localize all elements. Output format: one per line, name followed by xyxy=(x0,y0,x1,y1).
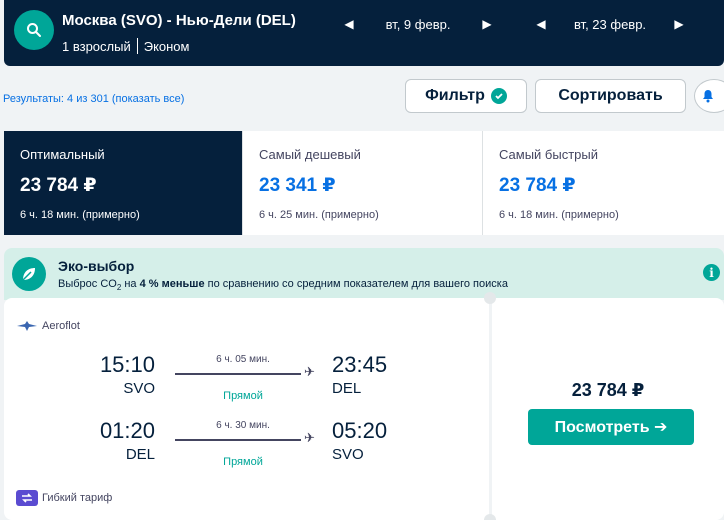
eco-banner: Эко-выбор Выброс CO2 на 4 % меньше по ср… xyxy=(4,248,724,300)
arrival-airport: DEL xyxy=(332,380,362,397)
flexible-fare-icon xyxy=(16,490,38,506)
arrival-airport: SVO xyxy=(332,446,364,463)
tab-duration: 6 ч. 18 мин. (примерно) xyxy=(20,209,140,221)
tab-price: 23 784 ₽ xyxy=(499,175,576,196)
tab-duration: 6 ч. 25 мин. (примерно) xyxy=(259,209,379,221)
plane-icon: ✈ xyxy=(304,430,315,445)
flexible-fare: Гибкий тариф xyxy=(16,490,112,506)
return-date[interactable]: вт, 23 февр. xyxy=(548,17,672,32)
filter-button[interactable]: Фильтр xyxy=(405,79,527,113)
view-deal-button[interactable]: Посмотреть ➔ xyxy=(528,409,694,445)
return-date-nav: ◀ вт, 23 февр. ▶ xyxy=(534,14,686,34)
flight-duration: 6 ч. 05 мин. xyxy=(216,354,270,365)
flight-line xyxy=(175,373,301,375)
flight-line xyxy=(175,439,301,441)
sort-label: Сортировать xyxy=(558,87,663,104)
departure-airport: DEL xyxy=(125,446,155,463)
airline-logo: Aeroflot xyxy=(16,320,80,332)
route-title[interactable]: Москва (SVO) - Нью-Дели (DEL) xyxy=(62,12,296,29)
airline-name: Aeroflot xyxy=(42,320,80,332)
ticket-notch-top xyxy=(484,292,496,304)
tab-title: Оптимальный xyxy=(20,147,105,162)
return-leg: 01:20 DEL 6 ч. 30 мин. ✈ Прямой 05:20 SV… xyxy=(90,418,400,468)
flexible-fare-label: Гибкий тариф xyxy=(42,492,113,504)
return-next-date-button[interactable]: ▶ xyxy=(672,14,686,34)
sort-tabs: Оптимальный 23 784 ₽ 6 ч. 18 мин. (приме… xyxy=(4,131,724,235)
aeroflot-wing-icon xyxy=(17,321,37,331)
ticket-price: 23 784 ₽ xyxy=(571,380,645,400)
departure-airport: SVO xyxy=(123,380,155,397)
search-button[interactable] xyxy=(14,10,54,50)
tab-title: Самый дешевый xyxy=(259,147,361,162)
passengers-count: 1 взрослый xyxy=(62,38,131,54)
arrival-time: 05:20 xyxy=(332,418,388,443)
sort-button[interactable]: Сортировать xyxy=(535,79,686,113)
check-icon xyxy=(490,88,507,104)
outbound-next-date-button[interactable]: ▶ xyxy=(480,14,494,34)
outbound-date[interactable]: вт, 9 февр. xyxy=(356,17,480,32)
tab-cheapest[interactable]: Самый дешевый 23 341 ₽ 6 ч. 25 мин. (при… xyxy=(243,131,483,235)
tab-duration: 6 ч. 18 мин. (примерно) xyxy=(499,209,619,221)
outbound-leg: 15:10 SVO 6 ч. 05 мин. ✈ Прямой 23:45 DE… xyxy=(90,352,400,402)
eco-description: Выброс CO2 на 4 % меньше по сравнению со… xyxy=(58,278,508,293)
eco-title: Эко-выбор xyxy=(58,258,135,274)
plane-icon: ✈ xyxy=(304,364,315,379)
tab-title: Самый быстрый xyxy=(499,147,598,162)
stops-label: Прямой xyxy=(223,390,263,402)
cabin-class: Эконом xyxy=(143,38,190,54)
info-icon[interactable]: i xyxy=(703,264,720,281)
ticket-notch-bottom xyxy=(484,514,496,520)
arrival-time: 23:45 xyxy=(332,352,388,377)
departure-time: 15:10 xyxy=(99,352,155,377)
tab-fastest[interactable]: Самый быстрый 23 784 ₽ 6 ч. 18 мин. (при… xyxy=(483,131,723,235)
search-icon xyxy=(27,23,41,37)
stops-label: Прямой xyxy=(223,456,263,468)
search-header: Москва (SVO) - Нью-Дели (DEL) 1 взрослый… xyxy=(4,0,724,66)
departure-time: 01:20 xyxy=(99,418,155,443)
bell-icon xyxy=(703,90,713,103)
leaf-icon xyxy=(12,257,46,291)
tab-price: 23 784 ₽ xyxy=(20,175,97,196)
return-prev-date-button[interactable]: ◀ xyxy=(534,14,548,34)
divider xyxy=(136,38,138,54)
outbound-date-nav: ◀ вт, 9 февр. ▶ xyxy=(342,14,494,34)
tab-best[interactable]: Оптимальный 23 784 ₽ 6 ч. 18 мин. (приме… xyxy=(4,131,243,235)
price-alert-button[interactable] xyxy=(694,79,724,113)
results-summary-link[interactable]: Результаты: 4 из 301 (показать все) xyxy=(3,93,184,105)
outbound-prev-date-button[interactable]: ◀ xyxy=(342,14,356,34)
trip-details[interactable]: 1 взрослый Эконом xyxy=(62,38,189,54)
flight-duration: 6 ч. 30 мин. xyxy=(216,420,270,431)
tab-price: 23 341 ₽ xyxy=(259,175,336,196)
filter-label: Фильтр xyxy=(425,87,485,104)
